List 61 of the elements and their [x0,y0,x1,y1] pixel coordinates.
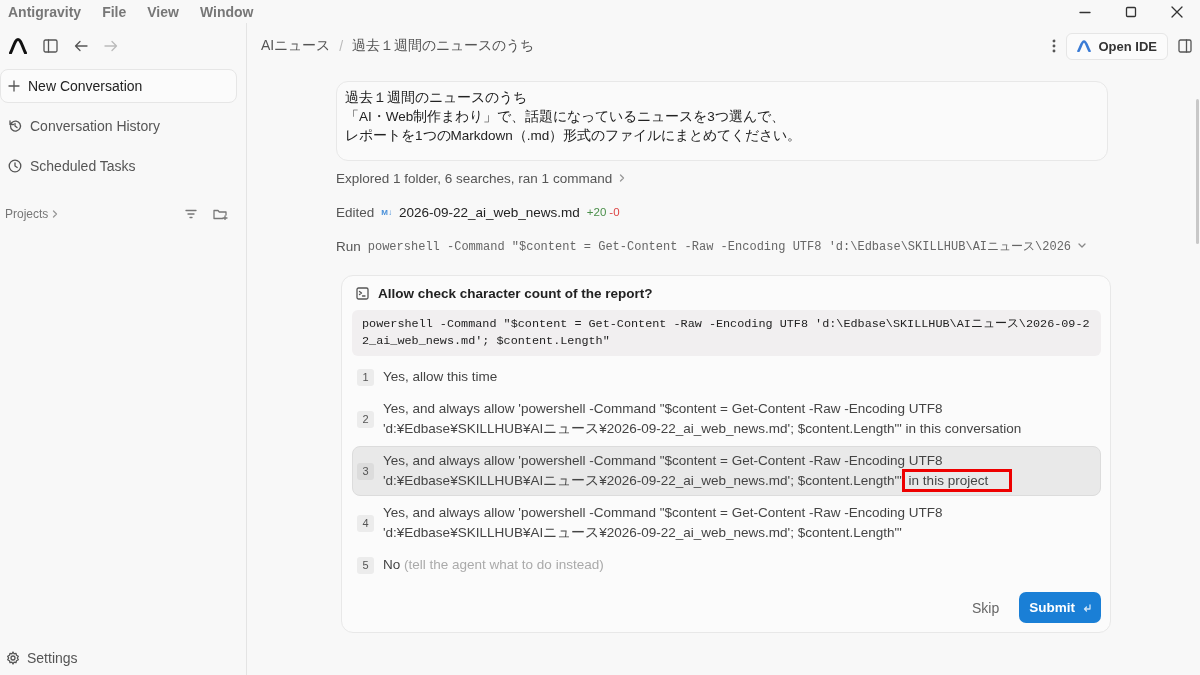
option-number: 4 [357,514,374,532]
command-block: powershell -Command "$content = Get-Content -Raw -Encoding UTF8 'd:\Edbase\SKILLHUB\AIニュース\2026-09-22_ai_web_news.md'; $content.Length" [352,310,1101,356]
breadcrumb-item[interactable]: AIニュース [261,37,331,55]
back-arrow-icon[interactable] [74,40,88,52]
sidebar-item[interactable]: Conversation History [0,109,237,143]
breadcrumb-item[interactable]: 過去１週間のニュースのうち [352,37,535,55]
gear-icon [6,651,20,665]
logo-icon [1077,40,1092,52]
dialog-title: Allow check character count of the report? [378,286,653,301]
more-icon[interactable] [1052,39,1057,53]
open-ide-button[interactable]: Open IDE [1066,32,1168,60]
option-item[interactable]: 3 Yes, and always allow 'powershell -Command "$content = Get-Content -Raw -Encoding UTF8 'd:¥Edbase¥SKILLHUB¥AIニュース¥2026-09-22_ai_web_news.md'; $content.Length"' in this project [352,446,1101,496]
option-item[interactable]: 5 No (tell the agent what to do instead) [352,550,1101,580]
option-item[interactable]: 4 Yes, and always allow 'powershell -Command "$content = Get-Content -Raw -Encoding UTF8 'd:¥Edbase¥SKILLHUB¥AIニュース¥2026-09-22_ai_web_news.md'; $content.Length"' [352,498,1101,548]
terminal-icon [356,287,369,300]
added-count: +20 [586,206,607,218]
projects-label[interactable]: Projects [5,207,49,221]
skip-button[interactable]: Skip [966,595,1006,620]
chevron-down-icon[interactable] [1078,243,1087,249]
enter-key-icon [1083,603,1091,612]
close-icon[interactable] [1171,5,1183,18]
option-number: 1 [357,368,374,386]
plus-icon [8,80,20,92]
option-item[interactable]: 1 Yes, allow this time [352,362,1101,392]
panel-toggle-icon[interactable] [1178,39,1192,53]
file-link[interactable]: 2026-09-22_ai_web_news.md [398,204,580,220]
option-text: Yes, and always allow 'powershell -Command "$content = Get-Content -Raw -Encoding UTF8 'd:¥Edbase¥SKILLHUB¥AIニュース¥2026-09-22_ai_web_news.md'; $content.Length"' in this conversation [383,400,1022,438]
option-number: 5 [357,556,374,574]
logo-icon [9,38,27,54]
step-label: Edited [336,204,375,220]
option-item[interactable]: 2 Yes, and always allow 'powershell -Command "$content = Get-Content -Raw -Encoding UTF8 'd:¥Edbase¥SKILLHUB¥AIニュース¥2026-09-22_ai_web_news.md'; $content.Length"' in this conversation [352,394,1101,444]
command-text: powershell -Command "$content = Get-Content -Raw -Encoding UTF8 'd:\Edbase\SKILLHUB\AIニュース\2026 [367,238,1072,255]
breadcrumb-separator: / [339,38,344,54]
sidebar-toggle-icon[interactable] [43,39,58,53]
option-text: No (tell the agent what to do instead) [383,556,604,574]
option-number: 2 [357,410,374,428]
sidebar-item[interactable]: Scheduled Tasks [0,149,237,183]
scrollbar[interactable] [1196,99,1199,244]
clock-icon [8,159,22,173]
menu-item[interactable]: File [102,3,127,20]
chevron-right-icon [619,174,626,182]
menu-item[interactable]: View [147,3,179,20]
removed-count: -0 [609,206,620,218]
menu-item[interactable]: Window [199,3,254,20]
app-name: Antigravity [8,3,82,20]
settings-item[interactable]: Settings [0,650,246,675]
option-number: 3 [357,462,374,480]
option-text: Yes, and always allow 'powershell -Command "$content = Get-Content -Raw -Encoding UTF8 'd:¥Edbase¥SKILLHUB¥AIニュース¥2026-09-22_ai_web_news.md'; $content.Length"' [383,504,943,542]
chevron-right-icon [52,210,59,218]
history-icon [8,119,22,133]
submit-button[interactable]: Submit [1019,592,1101,623]
option-text: Yes, allow this time [383,368,498,386]
user-message: 過去１週間のニュースのうち 「AI・Web制作まわり」で、話題になっているニュースを3つ選んで、 レポートを1つのMarkdown（.md）形式のファイルにまとめてください。 [336,81,1108,161]
sidebar-item[interactable]: New Conversation [0,69,237,103]
step-summary[interactable]: Explored 1 folder, 6 searches, ran 1 command [336,170,613,186]
file-type-label: M↓ [381,207,392,217]
step-label: Run [336,238,361,254]
maximize-icon[interactable] [1125,5,1137,18]
option-text: Yes, and always allow 'powershell -Command "$content = Get-Content -Raw -Encoding UTF8 'd:¥Edbase¥SKILLHUB¥AIニュース¥2026-09-22_ai_web_news.md'; $content.Length"' in this project [383,451,1009,491]
filter-icon[interactable] [185,209,197,219]
new-folder-icon[interactable] [213,208,228,220]
